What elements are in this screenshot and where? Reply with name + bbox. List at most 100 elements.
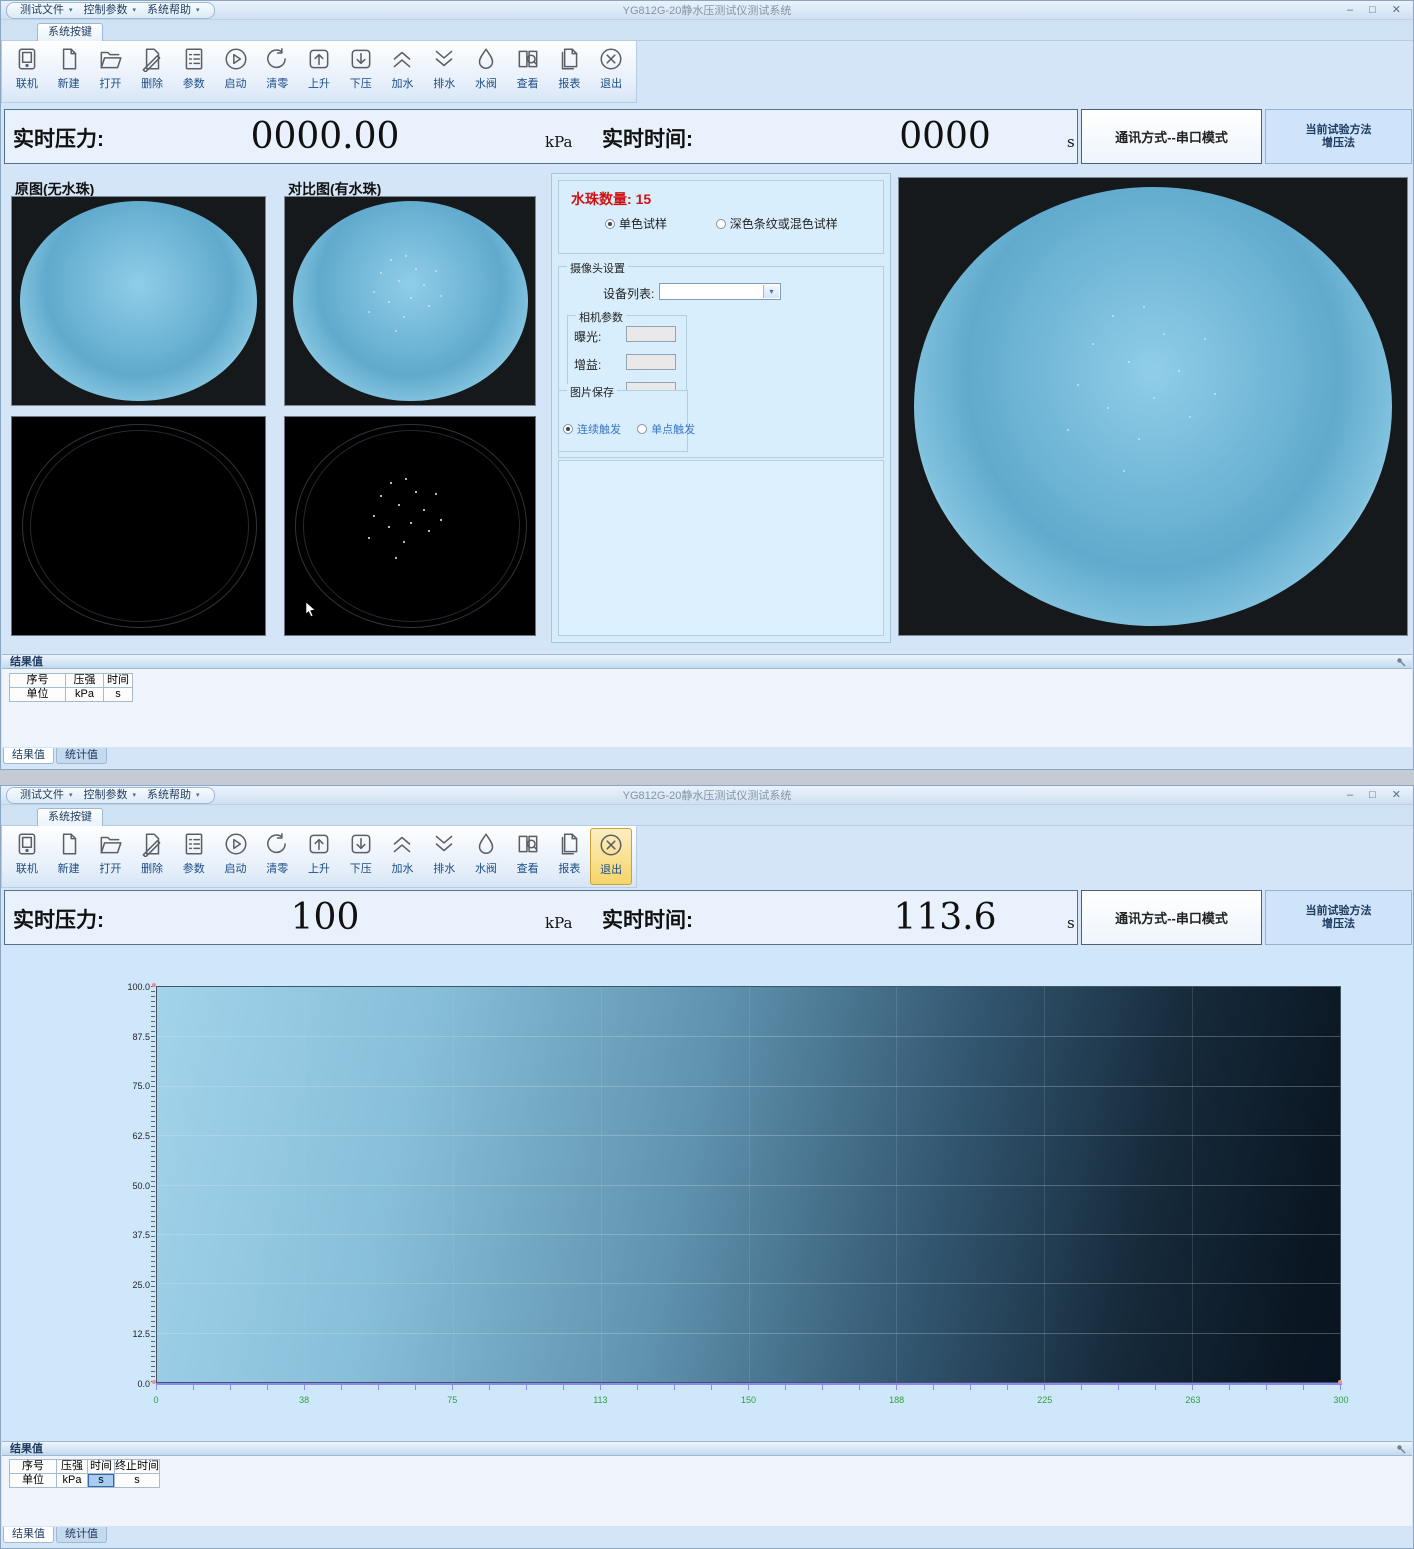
toolbar-button-报表[interactable]: 报表 [549,828,591,885]
menu-系统帮助[interactable]: 系统帮助 [142,3,196,18]
toolbar-button-清零[interactable]: 清零 [256,43,298,100]
tab-统计值[interactable]: 统计值 [56,748,107,764]
unit-cell-kPa[interactable]: kPa [66,688,104,702]
toolbar-button-水阀[interactable]: 水阀 [465,43,507,100]
droplet-dot [1163,333,1165,335]
tab-system-keys[interactable]: 系统按键 [37,808,103,826]
toolbar-button-上升[interactable]: 上升 [298,43,340,100]
toolbar-button-联机[interactable]: 联机 [6,43,48,100]
gridline-vertical [896,987,897,1382]
test-method-box[interactable]: 当前试验方法 增压法 [1265,890,1412,945]
original-image-panel [11,196,266,406]
toolbar-button-删除[interactable]: 删除 [131,43,173,100]
new-icon [56,831,82,857]
droplet-dot [428,530,430,532]
toolbar-button-删除[interactable]: 删除 [131,828,173,885]
toolbar-button-新建[interactable]: 新建 [48,43,90,100]
droplet-dot [1189,416,1191,418]
params-icon [181,46,207,72]
pin-icon[interactable] [1396,1444,1406,1454]
tab-结果值[interactable]: 结果值 [3,748,54,764]
toolbar-button-排水[interactable]: 排水 [423,828,465,885]
unit-cell-s[interactable]: s [88,1474,115,1488]
gain-field[interactable] [626,354,676,370]
chevron-down-icon: ▾ [196,791,200,799]
toolbar-button-联机[interactable]: 联机 [6,828,48,885]
toolbar-button-查看[interactable]: 查看 [507,43,549,100]
toolbar-button-报表[interactable]: 报表 [549,43,591,100]
toolbar-button-查看[interactable]: 查看 [507,828,549,885]
droplet-dot [405,478,407,480]
radio-dark-stripe[interactable] [716,219,726,229]
add-water-icon [389,831,415,857]
drain-icon [431,46,457,72]
droplet-dot [1153,397,1155,399]
close-icon[interactable]: ✕ [1392,787,1401,803]
minimize-icon[interactable]: – [1347,2,1353,18]
device-list-dropdown[interactable]: ▾ [659,283,781,300]
unit-cell-单位[interactable]: 单位 [9,688,66,702]
toolbar-button-清零[interactable]: 清零 [256,828,298,885]
toolbar-button-下压[interactable]: 下压 [340,828,382,885]
radio-single-color[interactable] [605,219,615,229]
radio-single-trigger[interactable] [637,424,647,434]
unit-cell-s[interactable]: s [115,1474,160,1488]
menu-控制参数[interactable]: 控制参数 [79,788,133,803]
toolbar-button-label: 打开 [99,860,121,876]
toolbar-button-启动[interactable]: 启动 [215,828,257,885]
toolbar-button-label: 排水 [433,75,455,91]
toolbar-button-新建[interactable]: 新建 [48,828,90,885]
comm-mode-button[interactable]: 通讯方式--串口模式 [1081,109,1262,164]
minimize-icon[interactable]: – [1347,787,1353,803]
zero-icon [264,831,290,857]
menu-测试文件[interactable]: 测试文件 [15,788,69,803]
table-header-row: 序号压强时间终止时间 [9,1459,160,1474]
toolbar-button-启动[interactable]: 启动 [215,43,257,100]
toolbar-button-下压[interactable]: 下压 [340,43,382,100]
menu-系统帮助[interactable]: 系统帮助 [142,788,196,803]
toolbar-button-加水[interactable]: 加水 [382,43,424,100]
chevron-down-icon: ▾ [133,6,137,14]
test-method-box[interactable]: 当前试验方法 增压法 [1265,109,1412,164]
tab-统计值[interactable]: 统计值 [56,1527,107,1543]
detected-rim-outline-inner [30,430,250,622]
toolbar-button-打开[interactable]: 打开 [89,43,131,100]
titlebar: 测试文件▾控制参数▾系统帮助▾ YG812G-20静水压测试仪测试系统 – □ … [1,786,1413,805]
report-icon [556,831,582,857]
tab-结果值[interactable]: 结果值 [3,1527,54,1543]
results-table: 序号压强时间单位kPas [9,673,133,702]
toolbar-button-参数[interactable]: 参数 [173,43,215,100]
toolbar-button-label: 查看 [517,75,539,91]
droplet-count-group: 水珠数量: 15 单色试样 深色条纹或混色试样 [558,180,884,254]
y-tick-label: 87.5 [104,1032,150,1042]
toolbar-button-水阀[interactable]: 水阀 [465,828,507,885]
unit-cell-kPa[interactable]: kPa [57,1474,88,1488]
up-icon [306,46,332,72]
menu-控制参数[interactable]: 控制参数 [79,3,133,18]
comm-mode-button[interactable]: 通讯方式--串口模式 [1081,890,1262,945]
exposure-field[interactable] [626,326,676,342]
toolbar-button-label: 报表 [558,75,580,91]
toolbar-button-退出[interactable]: 退出 [590,828,632,885]
maximize-icon[interactable]: □ [1369,787,1376,803]
tab-system-keys[interactable]: 系统按键 [37,23,103,41]
toolbar-button-加水[interactable]: 加水 [382,828,424,885]
droplet-dot [1123,470,1125,472]
chevron-down-icon[interactable]: ▾ [763,285,779,298]
toolbar-button-label: 水阀 [475,75,497,91]
radio-continuous-trigger[interactable] [563,424,573,434]
toolbar-button-label: 删除 [141,860,163,876]
y-tick-label: 62.5 [104,1131,150,1141]
toolbar-button-上升[interactable]: 上升 [298,828,340,885]
maximize-icon[interactable]: □ [1369,2,1376,18]
unit-cell-s[interactable]: s [104,688,133,702]
toolbar-button-排水[interactable]: 排水 [423,43,465,100]
close-icon[interactable]: ✕ [1392,2,1401,18]
axis-end-marker [152,983,156,987]
toolbar-button-打开[interactable]: 打开 [89,828,131,885]
toolbar-button-参数[interactable]: 参数 [173,828,215,885]
pin-icon[interactable] [1396,657,1406,667]
unit-cell-单位[interactable]: 单位 [9,1474,57,1488]
toolbar-button-退出[interactable]: 退出 [590,43,632,100]
menu-测试文件[interactable]: 测试文件 [15,3,69,18]
